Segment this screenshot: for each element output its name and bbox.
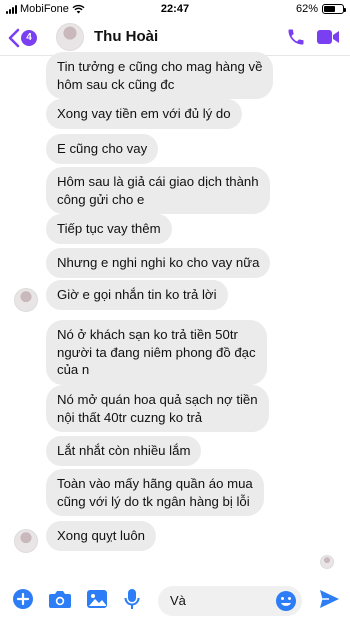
message-input[interactable]: Và	[158, 586, 302, 616]
phone-icon[interactable]	[286, 27, 306, 47]
back-button[interactable]: 4	[8, 28, 37, 48]
contact-avatar[interactable]	[56, 23, 84, 51]
message-bubble[interactable]: Nó mở quán hoa quả sạch nợ tiền nội thất…	[46, 385, 269, 432]
video-icon[interactable]	[316, 28, 340, 46]
sender-avatar	[14, 529, 38, 553]
contact-name[interactable]: Thu Hoài	[94, 28, 158, 45]
message-bubble[interactable]: Tiếp tục vay thêm	[46, 214, 172, 244]
chat-header: 4 Thu Hoài	[0, 20, 350, 56]
message-bubble[interactable]: Hôm sau là giả cái giao dịch thành công …	[46, 167, 270, 214]
message-bubble[interactable]: E cũng cho vay	[46, 134, 159, 164]
message-bubble[interactable]: Xong quỵt luôn	[46, 521, 156, 551]
message-bubble[interactable]: Xong vay tiền em với đủ lý do	[46, 99, 242, 129]
sender-avatar	[14, 288, 38, 312]
message-bubble[interactable]: Lắt nhắt còn nhiều lắm	[46, 436, 202, 466]
send-icon[interactable]	[318, 588, 340, 610]
emoji-icon[interactable]	[275, 590, 297, 612]
status-bar: MobiFone 22:47 62%	[0, 0, 350, 18]
unread-badge: 4	[21, 30, 37, 46]
gallery-icon[interactable]	[86, 588, 108, 610]
plus-icon[interactable]	[12, 588, 34, 610]
back-chevron-icon	[8, 28, 20, 48]
message-composer: Và	[0, 580, 350, 622]
message-input-value: Và	[170, 593, 186, 608]
message-bubble[interactable]: Nó ở khách sạn ko trả tiền 50tr người ta…	[46, 320, 267, 385]
message-bubble[interactable]: Giờ e gọi nhắn tin ko trả lời	[46, 280, 228, 310]
microphone-icon[interactable]	[124, 588, 140, 610]
battery-icon	[322, 4, 346, 14]
message-bubble[interactable]: Nhưng e nghi nghi ko cho vay nữa	[46, 248, 271, 278]
message-bubble[interactable]: Tin tưởng e cũng cho mag hàng về hôm sau…	[46, 52, 274, 99]
message-list: Tin tưởng e cũng cho mag hàng về hôm sau…	[0, 52, 350, 577]
battery-status: 62%	[295, 3, 346, 15]
battery-percent: 62%	[295, 3, 318, 15]
seen-indicator-avatar	[320, 555, 334, 569]
camera-icon[interactable]	[48, 588, 72, 610]
message-bubble[interactable]: Toàn vào mấy hãng quần áo mua cũng với l…	[46, 469, 264, 516]
